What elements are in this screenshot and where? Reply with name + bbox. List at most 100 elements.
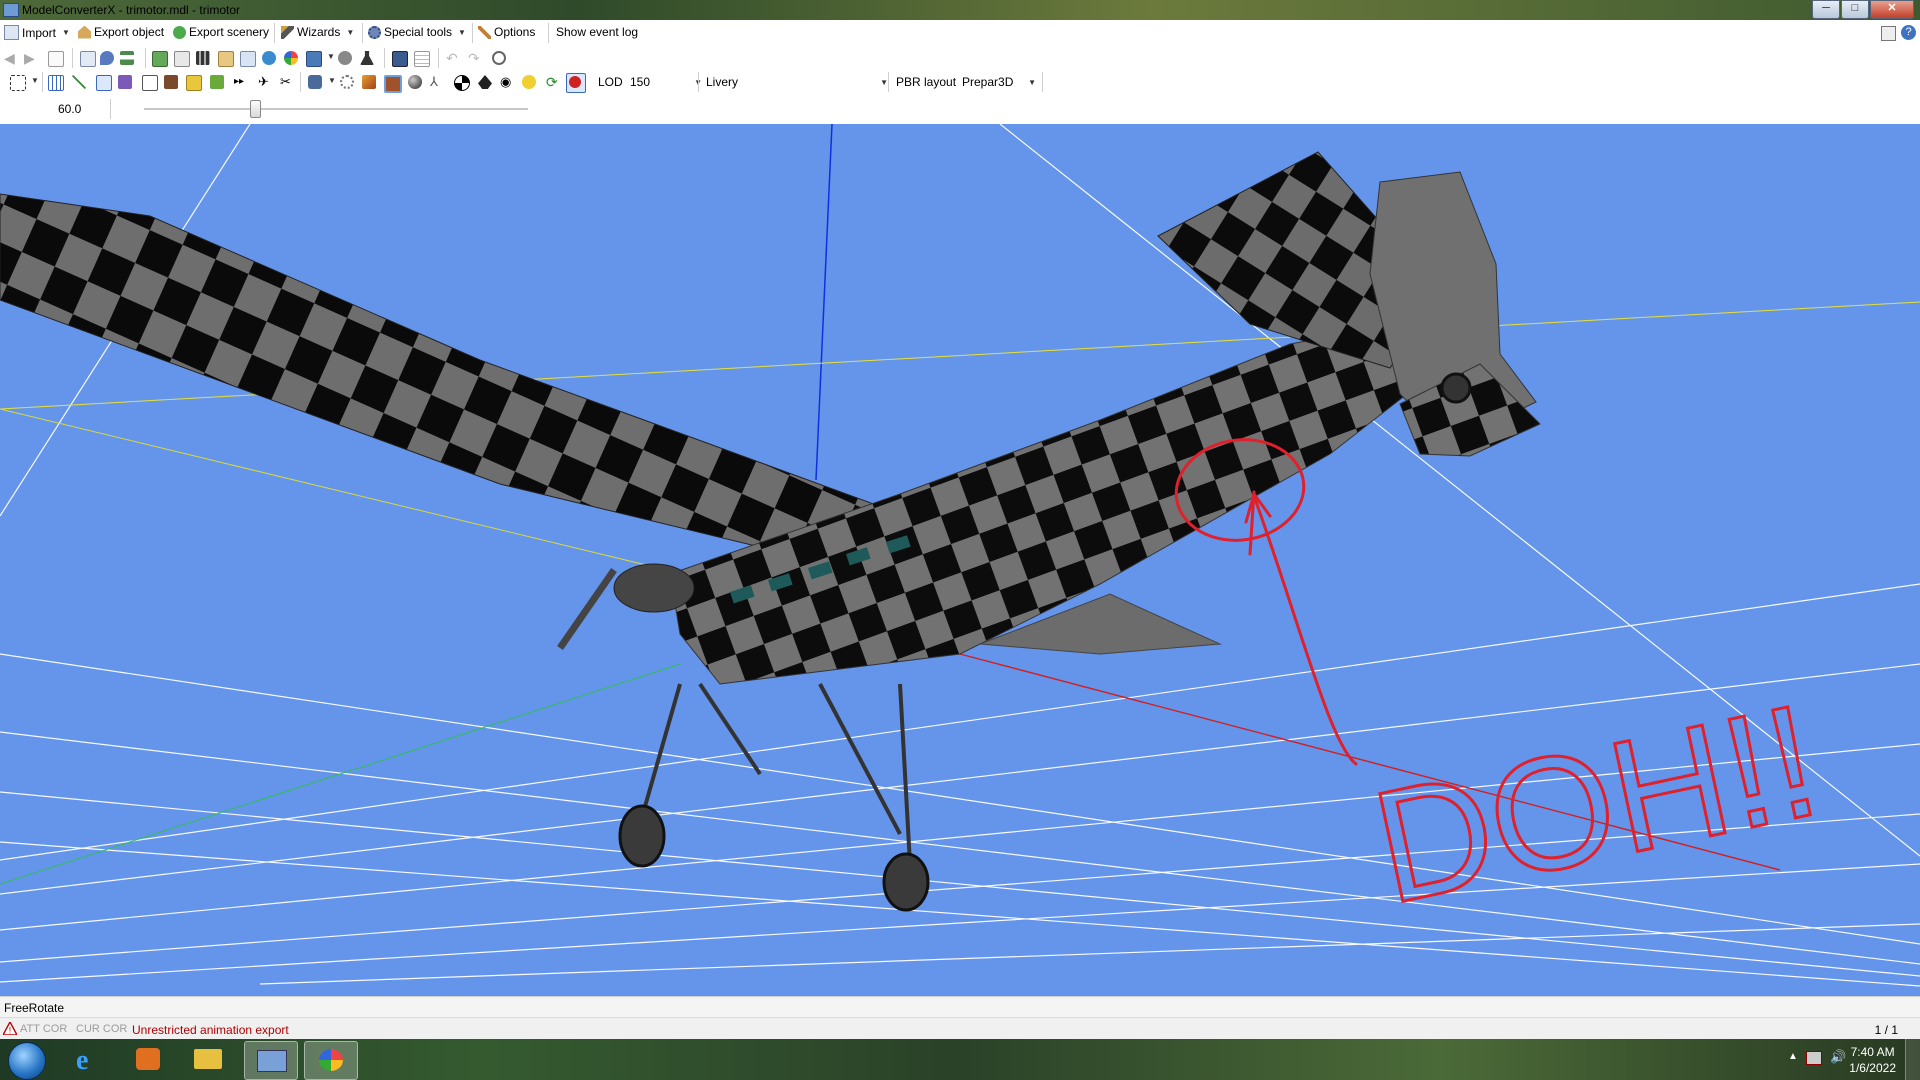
person-icon[interactable] — [360, 51, 374, 65]
export-scenery-label: Export scenery — [189, 25, 270, 39]
special-tools-menu[interactable]: Special tools ▼ — [368, 25, 466, 39]
sun-icon[interactable] — [522, 75, 536, 89]
grid-icon[interactable] — [48, 75, 64, 91]
shape-icon[interactable] — [478, 75, 492, 89]
zoom-slider[interactable] — [144, 108, 528, 111]
chevron-down-icon[interactable]: ▼ — [346, 28, 354, 37]
plane-icon[interactable]: ✈ — [258, 75, 272, 89]
film-icon[interactable] — [196, 51, 210, 65]
box-icon[interactable] — [384, 75, 402, 93]
export-object-button[interactable]: Export object — [78, 25, 164, 39]
chevron-down-icon[interactable]: ▼ — [880, 78, 888, 87]
attach-icon[interactable]: ✂ — [280, 75, 294, 89]
skeleton-icon[interactable]: ⅄ — [430, 75, 444, 89]
chevron-down-icon[interactable]: ▼ — [1028, 78, 1036, 87]
tail-wheel — [1440, 372, 1472, 404]
teapot-glyph — [569, 76, 581, 88]
camera-icon[interactable] — [308, 75, 322, 89]
pbr-layout-select[interactable]: Prepar3D ▼ — [962, 74, 1036, 90]
title-bar: ModelConverterX - trimotor.mdl - trimoto… — [0, 0, 1920, 20]
network-icon[interactable] — [306, 51, 322, 67]
ground-icon[interactable] — [210, 75, 224, 89]
texture-icon[interactable] — [152, 51, 168, 67]
help-icon[interactable]: ? — [1901, 25, 1916, 40]
chevron-down-icon[interactable]: ▼ — [458, 28, 466, 37]
compare-icon[interactable] — [240, 51, 256, 67]
bounding-box-icon[interactable] — [142, 75, 158, 91]
media-player-button[interactable] — [122, 1041, 174, 1078]
texture-view-icon[interactable] — [164, 75, 178, 89]
volume-icon[interactable]: 🔊 — [1830, 1049, 1846, 1065]
list-icon[interactable] — [414, 51, 430, 67]
link-icon[interactable] — [338, 51, 352, 65]
wizards-menu[interactable]: Wizards ▼ — [281, 25, 354, 39]
panel-icon[interactable] — [1881, 26, 1896, 41]
start-button[interactable] — [8, 1042, 46, 1080]
modelconverterx-taskbar-button[interactable] — [244, 1041, 298, 1080]
menu-bar: Import ▼ Export object Export scenery Wi… — [0, 20, 1920, 47]
chevron-down-icon[interactable]: ▼ — [327, 52, 335, 61]
document-icon[interactable] — [48, 51, 64, 67]
chevron-down-icon[interactable]: ▼ — [62, 28, 70, 37]
world-icon[interactable] — [262, 51, 276, 65]
back-icon[interactable]: ◀ — [4, 51, 18, 65]
chevron-down-icon[interactable]: ▼ — [328, 76, 336, 85]
redo-icon[interactable]: ↷ — [468, 51, 482, 65]
clock[interactable]: 7:40 AM 1/6/2022 — [1849, 1044, 1896, 1076]
monitor-icon[interactable] — [392, 51, 408, 67]
sphere-icon[interactable] — [408, 75, 422, 89]
show-hidden-icons-icon[interactable]: ▲ — [1788, 1051, 1798, 1062]
network-icon[interactable] — [1806, 1051, 1822, 1065]
internet-explorer-button[interactable]: e — [62, 1041, 114, 1078]
livery-select[interactable]: ▼ — [748, 74, 888, 90]
settings-icon[interactable] — [340, 75, 354, 89]
options-button[interactable]: Options — [478, 25, 535, 39]
checker-ball-icon[interactable] — [454, 75, 470, 91]
material-icon[interactable] — [174, 51, 190, 67]
lod-label: LOD — [598, 75, 623, 89]
history-icon[interactable] — [492, 51, 506, 65]
animation-icon[interactable]: ▸▸ — [234, 75, 248, 89]
show-event-log-button[interactable]: Show event log — [556, 25, 638, 39]
paint-icon — [319, 1049, 343, 1071]
chevron-down-icon[interactable]: ▼ — [31, 76, 39, 85]
paint-taskbar-button[interactable] — [304, 1041, 358, 1080]
forward-icon[interactable]: ▶ — [24, 51, 38, 65]
mode-statusbar: FreeRotate — [0, 996, 1920, 1018]
cube-icon[interactable] — [362, 75, 376, 89]
pbr-layout-value: Prepar3D — [962, 75, 1014, 89]
warning-message[interactable]: Unrestricted animation export — [132, 1023, 289, 1037]
normals-icon[interactable] — [118, 75, 132, 89]
window-title: ModelConverterX - trimotor.mdl - trimoto… — [22, 3, 241, 17]
hierarchy-icon[interactable] — [120, 51, 134, 65]
export-scenery-button[interactable]: Export scenery — [173, 25, 269, 39]
folder-icon — [194, 1049, 222, 1069]
toolbar-view: ▼ ▸▸ ✈ ✂ ▼ ⅄ ◉ ⟳ LOD 150 ▼ Livery ▼ PBR … — [0, 70, 1920, 96]
import-menu[interactable]: Import ▼ — [4, 25, 70, 40]
page-indicator: 1 / 1 — [1874, 1023, 1898, 1037]
3d-viewport[interactable]: DOH!! — [0, 124, 1920, 996]
wireframe-icon[interactable] — [96, 75, 112, 91]
explorer-button[interactable] — [182, 1041, 234, 1078]
light-icon[interactable] — [186, 75, 202, 91]
minimize-button[interactable]: ─ — [1812, 0, 1840, 19]
pin-icon[interactable] — [100, 51, 114, 65]
zoom-input[interactable]: 60.0 — [6, 100, 102, 118]
eye-icon[interactable]: ◉ — [500, 75, 514, 89]
refresh-icon[interactable]: ⟳ — [546, 75, 560, 89]
axis-icon[interactable] — [72, 75, 86, 89]
maximize-button[interactable]: □ — [1841, 0, 1869, 19]
zoom-slider-thumb[interactable] — [249, 100, 261, 118]
media-player-icon — [136, 1048, 160, 1070]
special-tools-label: Special tools — [384, 25, 453, 39]
show-desktop-button[interactable] — [1905, 1039, 1920, 1080]
zoom-extents-icon[interactable] — [10, 75, 26, 91]
close-button[interactable]: ✕ — [1870, 0, 1914, 19]
lod-select[interactable]: 150 ▼ — [630, 74, 702, 90]
color-wheel-icon[interactable] — [284, 51, 298, 65]
image-icon[interactable] — [218, 51, 234, 67]
system-tray: ▲ 🔊 7:40 AM 1/6/2022 — [1740, 1039, 1920, 1080]
undo-icon[interactable]: ↶ — [446, 51, 460, 65]
att-cor-indicator: ATT COR — [20, 1023, 68, 1035]
preview-icon[interactable] — [80, 51, 96, 67]
